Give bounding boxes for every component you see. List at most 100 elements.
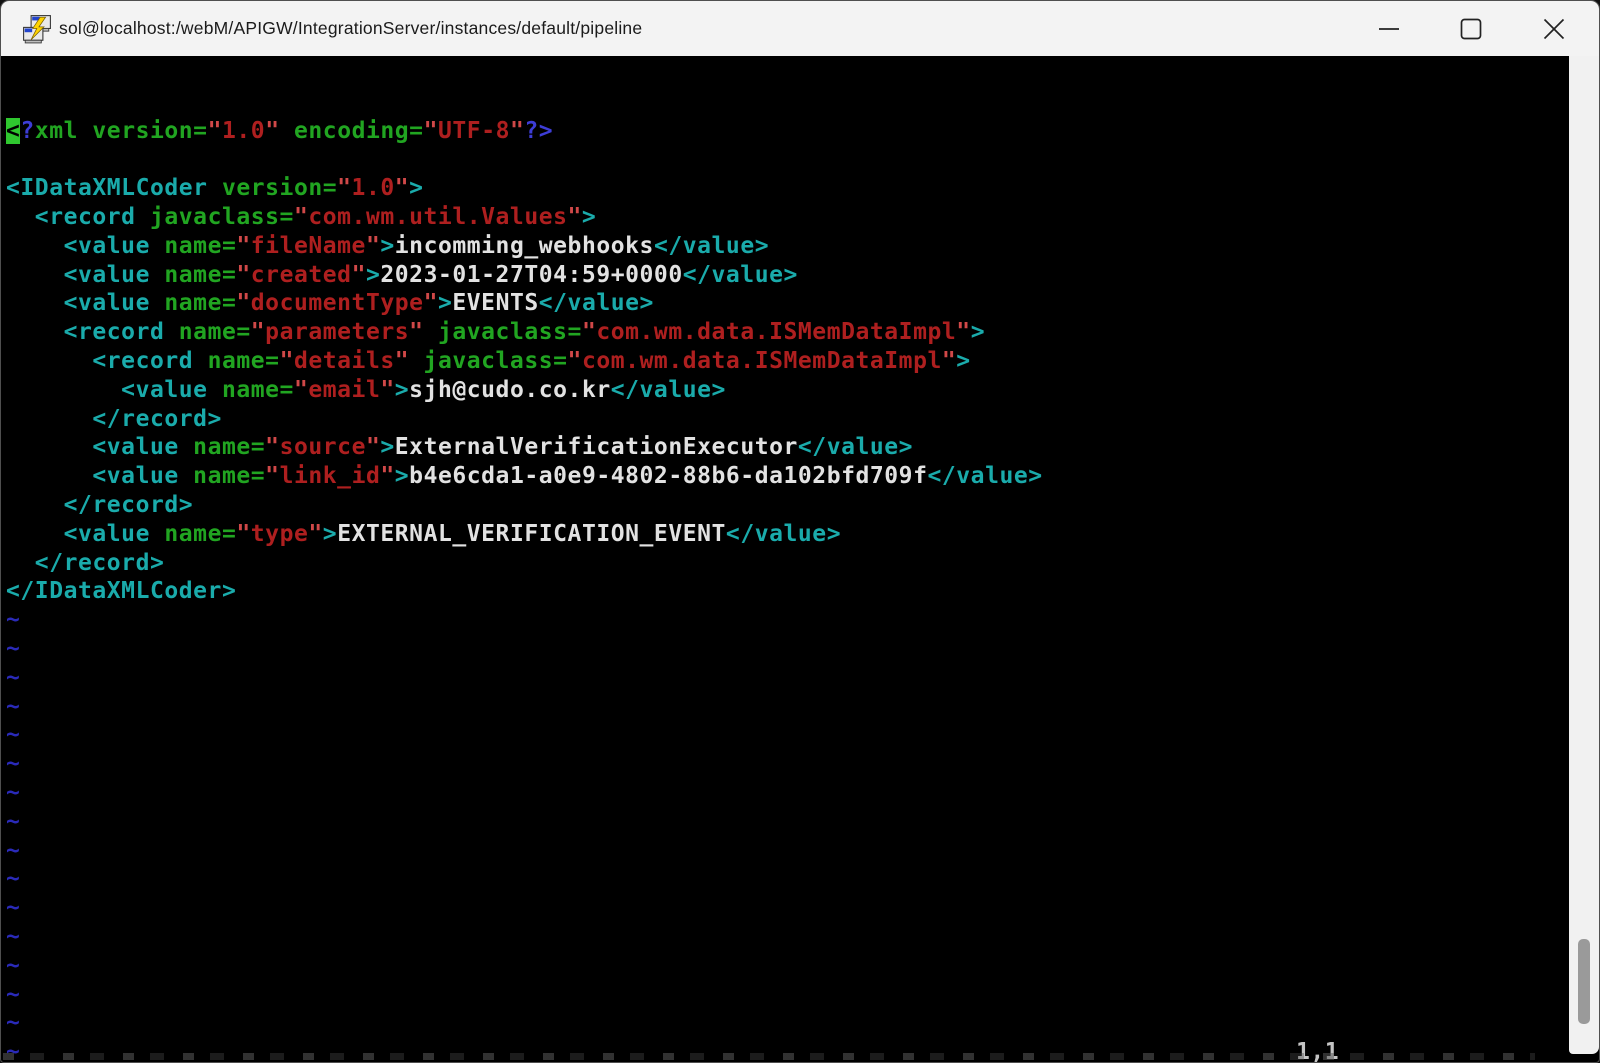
code-segment-tag: > <box>322 520 338 547</box>
code-segment-string: 1.0 <box>351 175 395 202</box>
minimize-button[interactable] <box>1366 1 1412 56</box>
code-segment-tag: <value <box>6 290 150 317</box>
terminal-line: <value name="fileName">incomming_webhook… <box>6 232 1569 261</box>
code-segment-attr: javaclass= <box>135 203 294 230</box>
empty-line-tilde: ~ <box>6 866 21 893</box>
terminal-line: <record name="parameters" javaclass="com… <box>6 318 1569 347</box>
code-segment-quote: " <box>236 520 251 547</box>
code-segment-text: EXTERNAL_VERIFICATION_EVENT <box>337 520 726 547</box>
code-segment-quote: " <box>279 347 294 374</box>
terminal-line: <value name="documentType">EVENTS</value… <box>6 289 1569 318</box>
code-segment-quote: " <box>423 117 438 144</box>
code-segment-tag: </IDataXMLCoder> <box>6 578 237 605</box>
titlebar[interactable]: sol@localhost:/webM/APIGW/IntegrationSer… <box>1 1 1599 56</box>
code-segment-tag: </value> <box>653 232 770 259</box>
empty-line-tilde: ~ <box>6 837 21 864</box>
code-segment-string: 1.0 <box>222 117 266 144</box>
terminal-lines: <?xml version="1.0" encoding="UTF-8"?> <I… <box>6 117 1569 1062</box>
code-segment-quote: " <box>365 434 381 461</box>
code-segment-prolog: ?> <box>524 117 554 144</box>
code-segment-tag: <value <box>6 463 179 490</box>
code-segment-quote: " <box>380 376 395 403</box>
maximize-button[interactable] <box>1448 1 1494 56</box>
empty-line-tilde: ~ <box>6 895 21 922</box>
code-segment-tag: </value> <box>610 376 726 403</box>
code-segment-tag: </record> <box>6 549 165 576</box>
code-segment-tag: </value> <box>538 290 654 317</box>
empty-line-tilde: ~ <box>6 751 21 778</box>
code-segment-quote: " <box>394 347 410 374</box>
code-segment-text: EVENTS <box>452 290 539 317</box>
empty-line-tilde: ~ <box>6 779 21 806</box>
code-segment-quote: " <box>567 203 582 230</box>
code-segment-quote: " <box>236 232 251 259</box>
code-segment-tag: <value <box>6 520 150 547</box>
close-icon <box>1543 18 1565 39</box>
close-button[interactable] <box>1531 1 1577 56</box>
code-segment-tag: > <box>437 290 453 317</box>
code-segment-string: com.wm.util.Values <box>308 203 568 230</box>
code-segment-quote: " <box>941 347 957 374</box>
empty-line-tilde: ~ <box>6 952 21 979</box>
code-segment-attr: name= <box>207 376 294 403</box>
clipped-text-row <box>3 1053 1535 1060</box>
code-segment-tag: > <box>380 434 395 461</box>
code-segment-tag: > <box>365 261 381 288</box>
terminal-line: </record> <box>6 405 1569 434</box>
code-segment-quote: " <box>394 175 410 202</box>
code-segment-attr: name= <box>178 434 266 461</box>
code-segment-tag: <IDataXMLCoder <box>6 175 208 202</box>
code-segment-string: created <box>250 261 352 288</box>
code-segment-tag: </value> <box>682 261 798 288</box>
code-segment-quote: " <box>351 261 366 288</box>
code-segment-tag: > <box>394 376 410 403</box>
empty-line-tilde: ~ <box>6 722 21 749</box>
empty-line-tilde: ~ <box>6 607 21 634</box>
code-segment-string: documentType <box>250 290 424 317</box>
code-segment-tag: > <box>970 319 986 346</box>
minimize-icon <box>1379 27 1399 30</box>
code-segment-tag: </value> <box>725 520 842 547</box>
code-segment-string: source <box>279 434 366 461</box>
code-segment-attr: name= <box>149 290 237 317</box>
code-segment-attr: javaclass= <box>423 319 582 346</box>
empty-line-tilde: ~ <box>6 923 21 950</box>
code-segment-quote: " <box>265 463 280 490</box>
code-segment-quote: " <box>308 520 323 547</box>
code-segment-attr: encoding= <box>279 117 424 144</box>
code-segment-quote: " <box>250 319 266 346</box>
code-segment-quote: " <box>365 232 381 259</box>
putty-window: sol@localhost:/webM/APIGW/IntegrationSer… <box>0 0 1600 1063</box>
code-segment-string: link_id <box>279 463 381 490</box>
scrollbar-track[interactable] <box>1569 56 1599 1054</box>
terminal-line: </record> <box>6 491 1569 520</box>
code-segment-attr: version= <box>207 175 338 202</box>
code-segment-tag: </value> <box>797 434 914 461</box>
terminal-line: <record name="details" javaclass="com.wm… <box>6 347 1569 376</box>
code-segment-quote: " <box>265 434 280 461</box>
scrollbar-thumb[interactable] <box>1578 939 1590 1024</box>
code-segment-attr: name= <box>193 347 280 374</box>
empty-line-tilde: ~ <box>6 664 21 691</box>
empty-line-tilde: ~ <box>6 808 21 835</box>
code-segment-string: details <box>293 347 395 374</box>
terminal-screen[interactable]: <?xml version="1.0" encoding="UTF-8"?> <I… <box>1 56 1569 1062</box>
code-segment-tag: <record <box>6 203 136 230</box>
terminal-line: </record> <box>6 549 1569 578</box>
terminal-line: <IDataXMLCoder version="1.0"> <box>6 174 1569 203</box>
code-segment-attr: name= <box>149 520 237 547</box>
maximize-icon <box>1460 18 1482 39</box>
code-segment-string: fileName <box>250 232 366 259</box>
code-segment-quote: " <box>293 203 309 230</box>
terminal-line: <value name="email">sjh@cudo.co.kr</valu… <box>6 376 1569 405</box>
code-segment-string: parameters <box>265 319 410 346</box>
putty-icon[interactable] <box>22 14 52 44</box>
code-segment-text: incomming_webhooks <box>394 232 654 259</box>
code-segment-tag: <value <box>6 261 150 288</box>
code-segment-attr: xml version= <box>34 117 208 144</box>
code-segment-tag: <record <box>6 347 194 374</box>
code-segment-string: type <box>250 520 309 547</box>
terminal-line: <value name="link_id">b4e6cda1-a0e9-4802… <box>6 462 1569 491</box>
terminal-line: <value name="type">EXTERNAL_VERIFICATION… <box>6 520 1569 549</box>
code-segment-quote: " <box>236 261 251 288</box>
